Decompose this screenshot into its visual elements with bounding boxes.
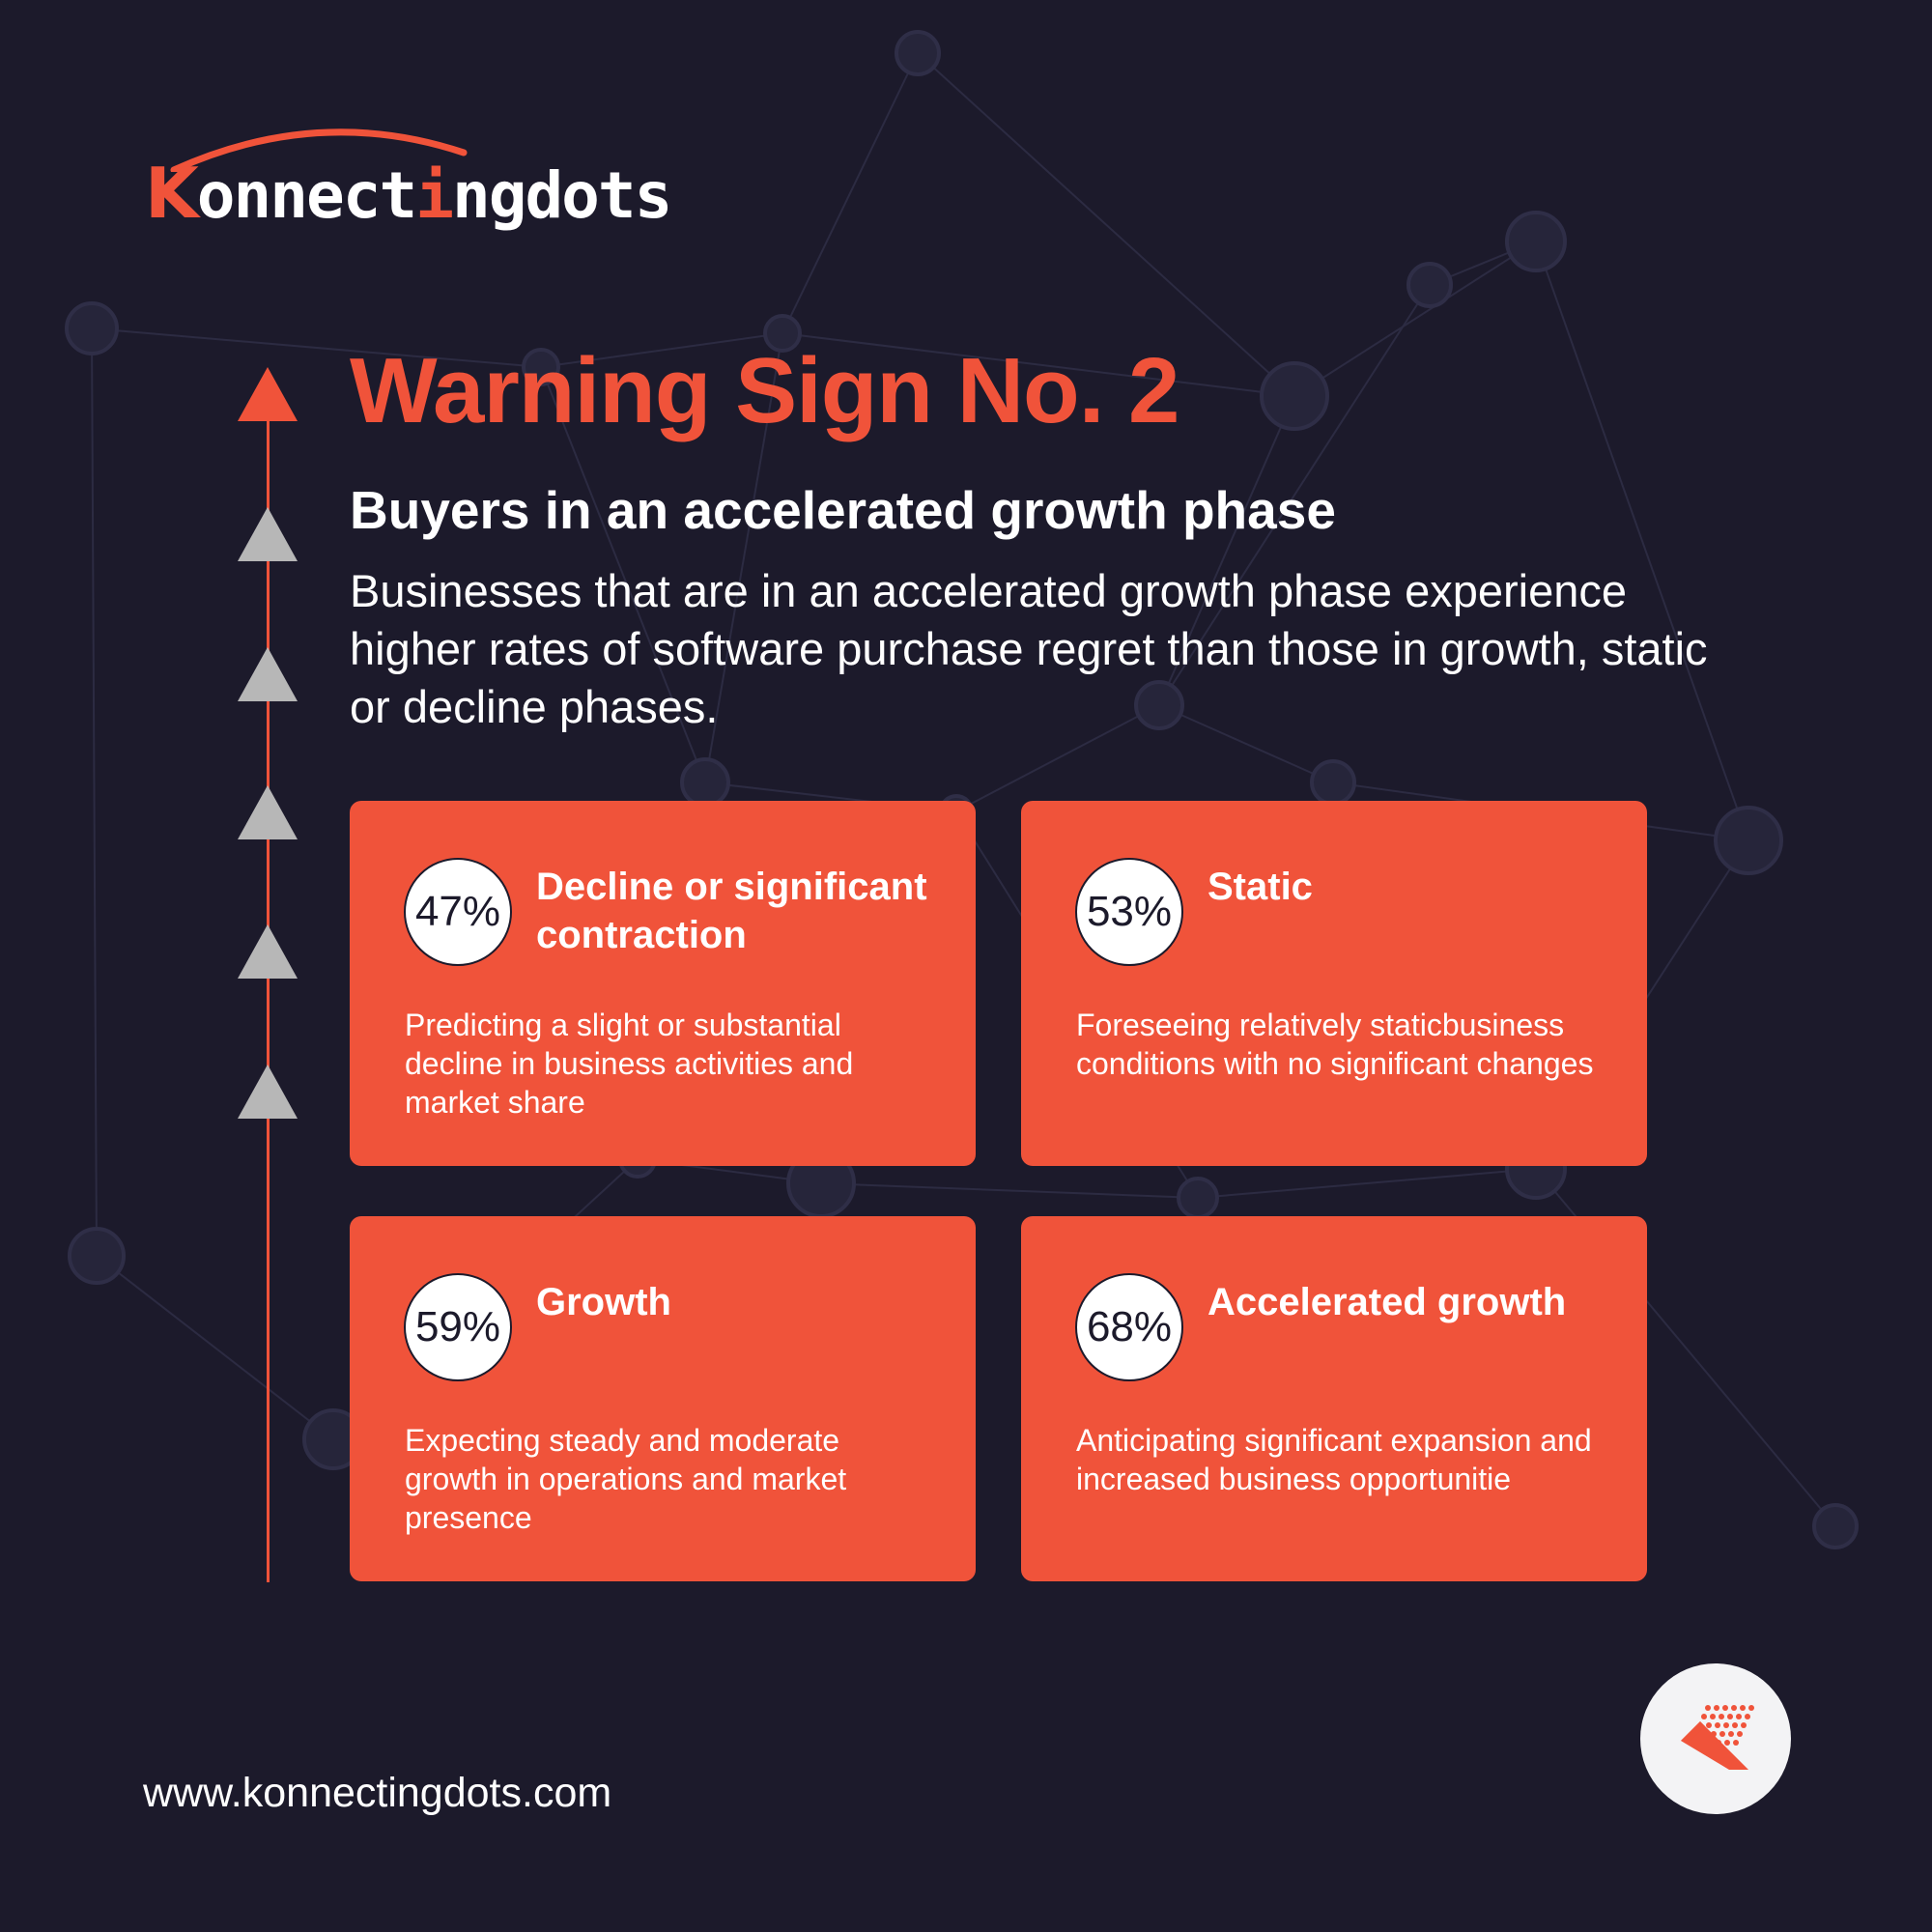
percent-badge: 59% xyxy=(404,1273,512,1381)
card-title: Growth xyxy=(536,1281,671,1323)
logo-text-part1: onnect xyxy=(196,158,417,233)
card-title: Static xyxy=(1208,866,1313,908)
triangle-up-icon xyxy=(238,647,298,701)
intro-paragraph: Businesses that are in an accelerated gr… xyxy=(350,565,1708,732)
stat-card-growth: 59% Growth Expecting steady and moderate… xyxy=(350,1216,976,1581)
stat-card-static: 53% Static Foreseeing relatively staticb… xyxy=(1021,801,1647,1166)
percent-badge: 53% xyxy=(1075,858,1183,966)
stat-card-decline: 47% Decline or significant contraction P… xyxy=(350,801,976,1166)
triangle-up-icon xyxy=(238,367,298,421)
konnectingdots-k-icon xyxy=(1681,1705,1754,1770)
triangle-up-icon xyxy=(238,785,298,839)
card-description: Anticipating significant expansion and i… xyxy=(1076,1423,1592,1496)
brand-logo: Konnectingdots xyxy=(145,114,672,234)
triangle-up-icon xyxy=(238,507,298,561)
percent-badge: 68% xyxy=(1075,1273,1183,1381)
percent-badge: 47% xyxy=(404,858,512,966)
page-subtitle: Buyers in an accelerated growth phase xyxy=(350,480,1336,540)
website-url[interactable]: www.konnectingdots.com xyxy=(143,1770,611,1817)
card-description: Foreseeing relatively staticbusiness con… xyxy=(1076,1008,1594,1081)
card-title: Decline or significant contraction xyxy=(536,866,927,956)
logo-wordmark: Konnectingdots xyxy=(145,153,672,234)
card-description: Expecting steady and moderate growth in … xyxy=(405,1423,847,1535)
page-title: Warning Sign No. 2 xyxy=(350,339,1179,442)
logo-letter-i: i xyxy=(415,158,454,233)
card-title: Accelerated growth xyxy=(1208,1281,1567,1323)
triangle-up-icon xyxy=(238,924,298,979)
brand-badge xyxy=(1640,1663,1791,1814)
triangle-up-icon xyxy=(238,1065,298,1119)
timeline-line xyxy=(267,406,270,1582)
card-description: Predicting a slight or substantial decli… xyxy=(405,1008,854,1120)
stat-card-accelerated-growth: 68% Accelerated growth Anticipating sign… xyxy=(1021,1216,1647,1581)
logo-text-part2: ngdots xyxy=(451,158,672,233)
logo-letter-k: K xyxy=(145,153,199,234)
